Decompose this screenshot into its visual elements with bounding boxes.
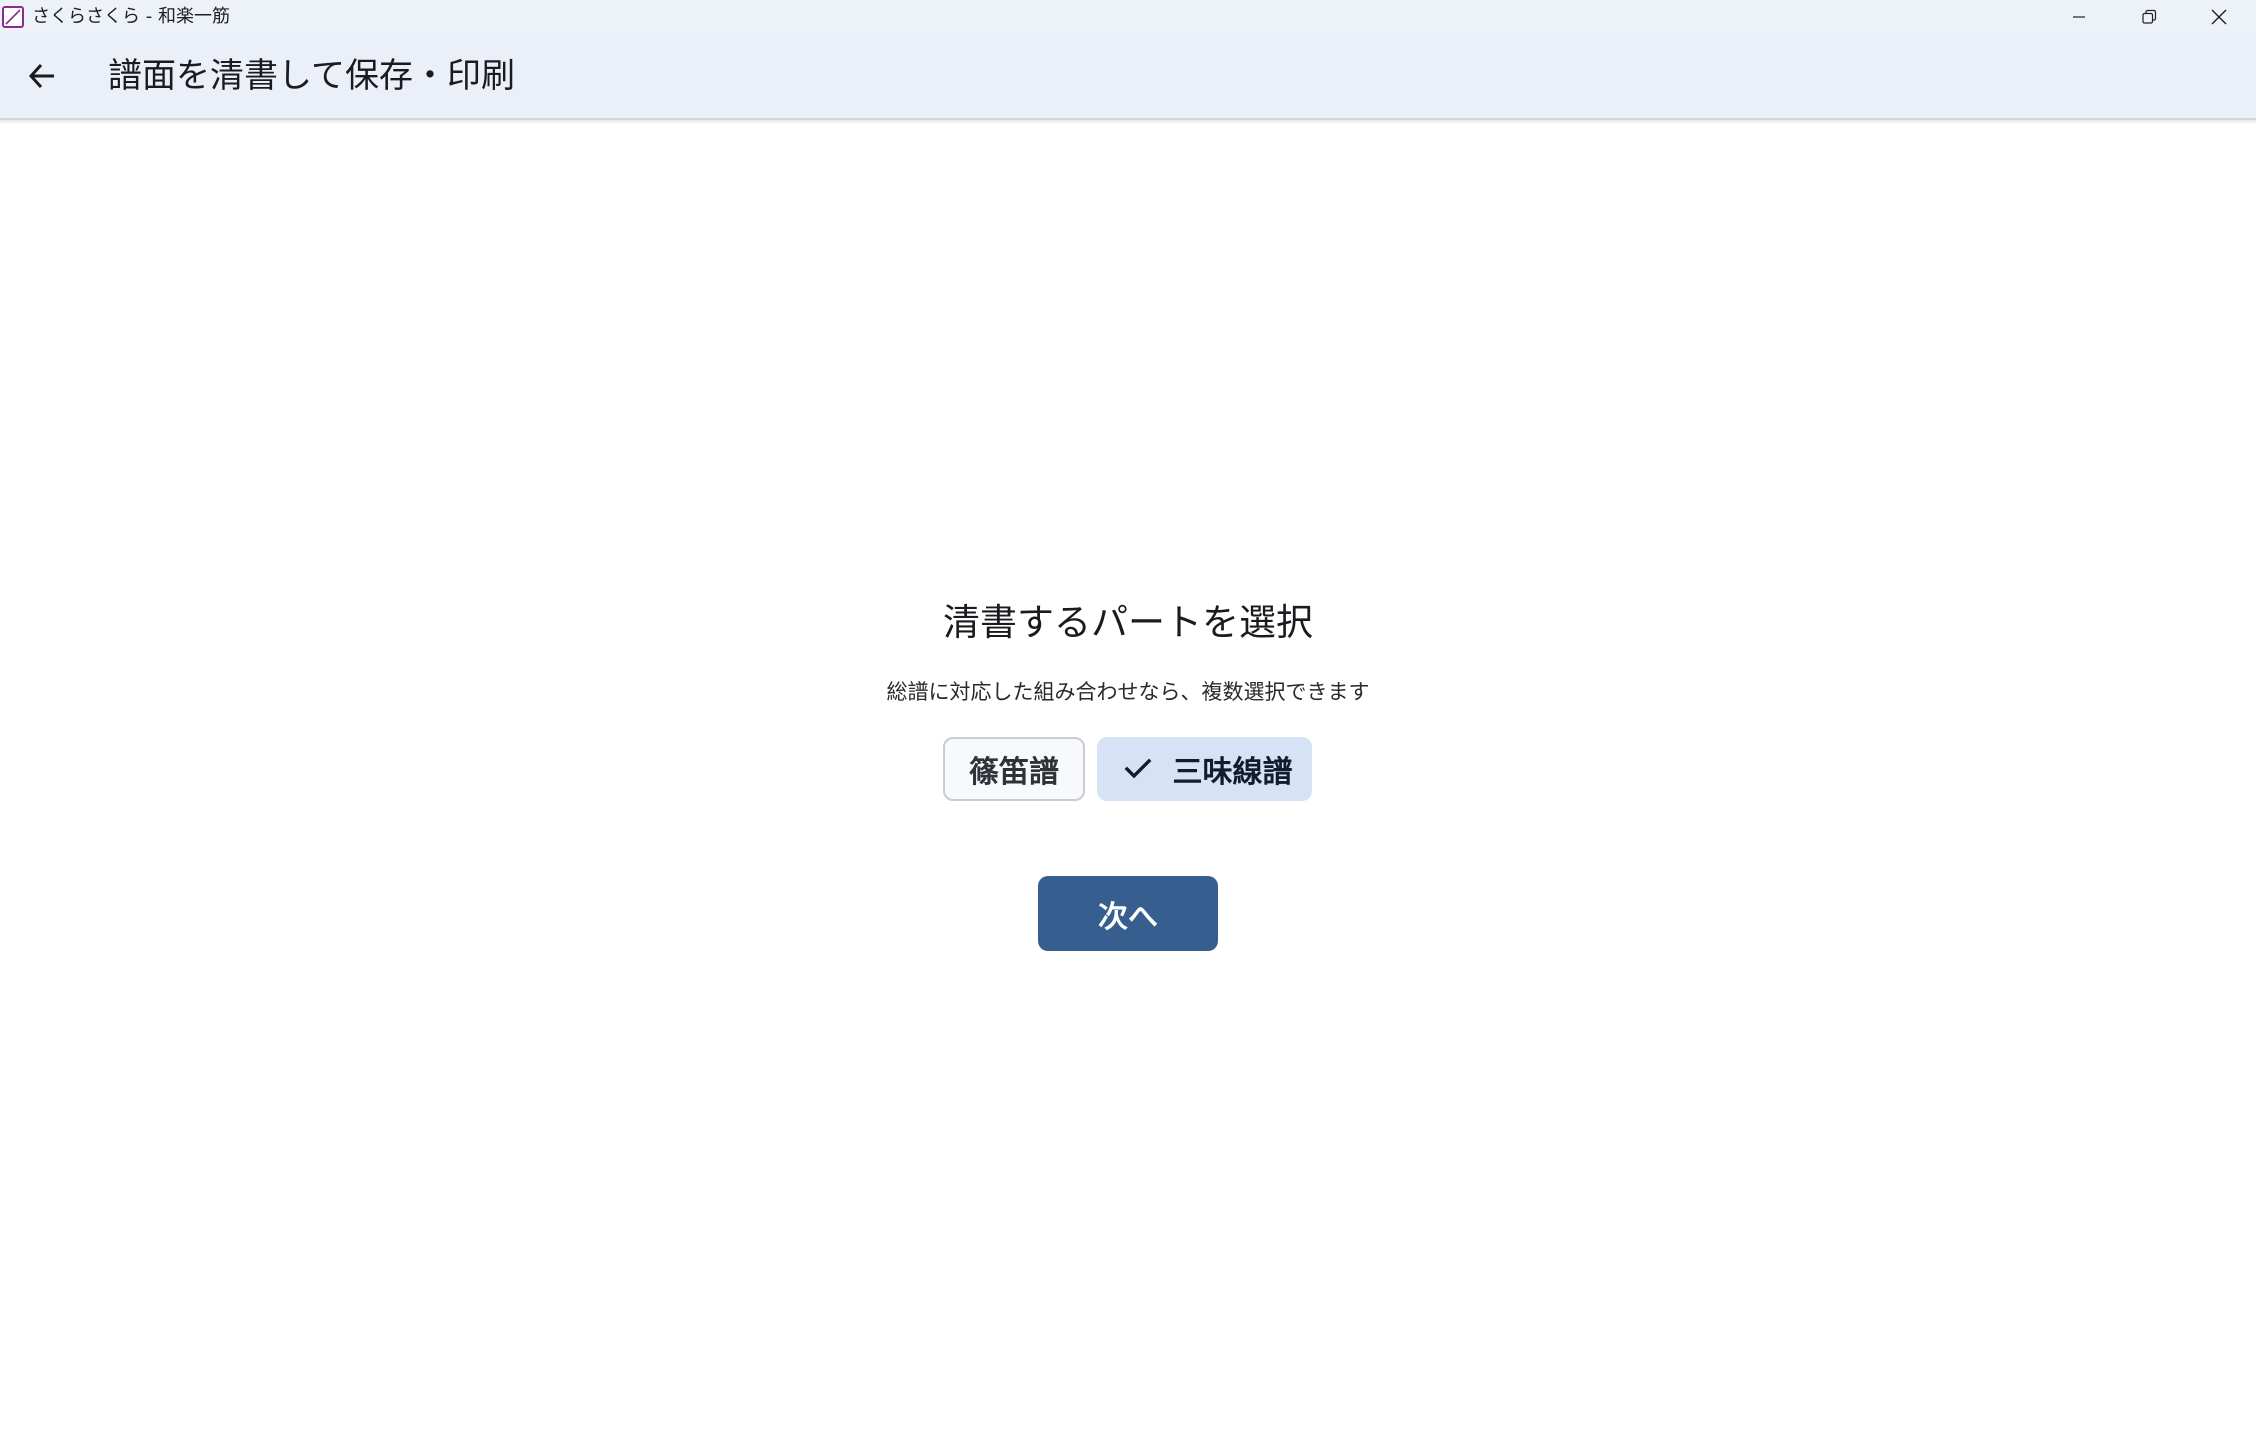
page-title: 譜面を清書して保存・印刷 [108,56,515,96]
section-heading: 清書するパートを選択 [943,601,1313,644]
restore-button[interactable] [2114,0,2184,34]
minimize-button[interactable] [2044,0,2114,34]
back-button[interactable] [12,52,72,100]
part-chip-shamisen[interactable]: 三味線譜 [1097,737,1312,801]
next-button-label: 次へ [1098,899,1158,935]
app-icon [2,6,24,28]
part-chip-shinobue[interactable]: 篠笛譜 [943,737,1085,801]
close-icon [2211,9,2227,25]
part-chip-label: 三味線譜 [1172,755,1293,790]
app-bar: 譜面を清書して保存・印刷 [0,34,2256,120]
close-button[interactable] [2184,0,2254,34]
window-title: さくらさくら - 和楽一筋 [32,6,230,27]
arrow-left-icon [28,63,54,89]
part-chip-label: 篠笛譜 [969,755,1059,790]
section-description: 総譜に対応した組み合わせなら、複数選択できます [886,680,1370,704]
restore-icon [2142,9,2157,24]
next-button[interactable]: 次へ [1038,876,1218,951]
window-titlebar: さくらさくら - 和楽一筋 [0,0,2256,34]
minimize-icon [2073,16,2085,18]
check-icon [1124,758,1151,779]
